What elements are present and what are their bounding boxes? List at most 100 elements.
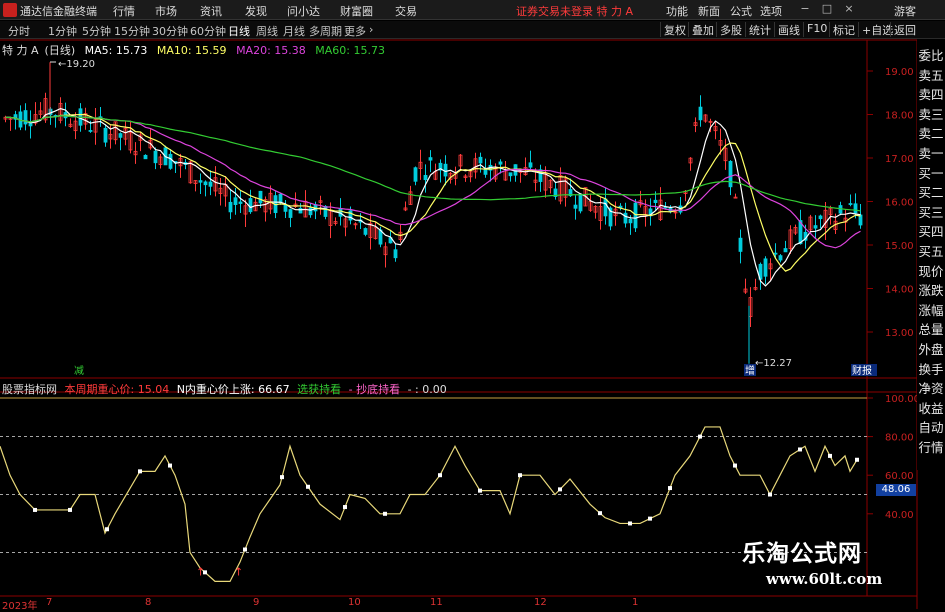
candle-body bbox=[773, 252, 778, 255]
sidebar-item[interactable]: 净资 bbox=[918, 381, 944, 397]
sidebar-item[interactable]: 行情 bbox=[918, 440, 944, 456]
sidebar-item[interactable]: 卖三 bbox=[918, 107, 944, 123]
indicator-point bbox=[138, 469, 142, 474]
candle-body bbox=[858, 214, 863, 226]
indicator-value-2: N内重心价上涨: 66.67 bbox=[176, 383, 290, 396]
date-axis: 2023年 7 8 9 10 11 12 1 bbox=[0, 597, 917, 612]
candle-body bbox=[118, 133, 123, 138]
candle-body bbox=[278, 193, 283, 204]
indicator-value-1: 本周期重心价: 15.04 bbox=[64, 383, 170, 396]
indicator-point bbox=[733, 463, 737, 468]
indicator-point bbox=[33, 507, 37, 512]
indicator-tick-label: 60.00 bbox=[885, 471, 914, 482]
indicator-point bbox=[798, 447, 802, 452]
candle-body bbox=[103, 127, 108, 143]
indicator-line bbox=[0, 426, 858, 582]
indicator-point bbox=[628, 521, 632, 526]
candle-body bbox=[198, 180, 203, 183]
sidebar-item[interactable]: 买一 bbox=[918, 166, 944, 182]
sidebar-item[interactable]: 总量 bbox=[918, 322, 944, 338]
sidebar-item[interactable]: 换手 bbox=[918, 362, 944, 378]
candle-body bbox=[848, 203, 853, 205]
date-tick: 12 bbox=[534, 597, 547, 608]
indicator-point bbox=[598, 511, 602, 516]
quote-sidebar: 委比卖五卖四卖三卖二卖一买一买二买三买四买五现价涨跌涨幅总量外盘换手净资收益自动… bbox=[917, 40, 945, 470]
candle-body bbox=[308, 207, 313, 216]
sidebar-item[interactable]: 买五 bbox=[918, 244, 944, 260]
date-tick: 10 bbox=[348, 597, 361, 608]
chart-canvas[interactable]: ←19.20 ←12.27 减 增 财报 100.00 80.00 60.00 40.00 ↑ ↑… bbox=[0, 0, 945, 609]
sidebar-item[interactable]: 卖五 bbox=[918, 68, 944, 84]
candle-body bbox=[578, 193, 583, 212]
right-tag: 财报 bbox=[852, 364, 872, 377]
sidebar-item[interactable]: 收益 bbox=[918, 401, 944, 417]
candle-body bbox=[818, 215, 823, 220]
indicator-point bbox=[306, 484, 310, 489]
indicator-point bbox=[828, 453, 832, 458]
candle-body bbox=[738, 237, 743, 252]
candle-body bbox=[203, 181, 208, 186]
indicator-point bbox=[668, 486, 672, 491]
sidebar-item[interactable]: 买四 bbox=[918, 224, 944, 240]
price-tick-label: 17.00 bbox=[885, 154, 914, 165]
indicator-point bbox=[105, 527, 109, 532]
price-tick-label: 14.00 bbox=[885, 285, 914, 296]
candle-body bbox=[238, 201, 243, 204]
watermark: 乐淘公式网 www.60lt.com bbox=[742, 534, 912, 588]
price-tick-label: 15.00 bbox=[885, 241, 914, 252]
date-tick: 8 bbox=[145, 597, 152, 608]
buy-signal-icon: ↑ bbox=[196, 566, 205, 579]
indicator-point bbox=[168, 463, 172, 468]
period-label: (日线) bbox=[44, 44, 76, 57]
indicator-current-value: 48.06 bbox=[876, 484, 916, 496]
watermark-title: 乐淘公式网 bbox=[742, 540, 862, 567]
indicator-point bbox=[343, 505, 347, 510]
candle-body bbox=[623, 212, 628, 224]
low-tag: 增 bbox=[745, 364, 755, 377]
indicator-point bbox=[243, 547, 247, 552]
indicator-value-4: - 抄底持看 bbox=[348, 383, 401, 396]
price-tick-label: 19.00 bbox=[885, 67, 914, 78]
candle-body bbox=[498, 161, 503, 165]
candle-body bbox=[508, 172, 513, 177]
candle-body bbox=[413, 167, 418, 182]
candle-body bbox=[443, 163, 448, 177]
left-tag: 减 bbox=[74, 365, 84, 377]
candle-body bbox=[628, 218, 633, 224]
buy-signal-icon: ↑ bbox=[234, 566, 243, 579]
candle-body bbox=[363, 228, 368, 235]
price-tick-label: 13.00 bbox=[885, 328, 914, 339]
sidebar-item[interactable]: 买三 bbox=[918, 205, 944, 221]
sidebar-item[interactable]: 涨跌 bbox=[918, 283, 944, 299]
candle-body bbox=[168, 153, 173, 169]
sidebar-item[interactable]: 涨幅 bbox=[918, 303, 944, 319]
date-tick: 9 bbox=[253, 597, 260, 608]
candle-body bbox=[208, 181, 213, 187]
date-tick: 2023年 bbox=[2, 601, 38, 612]
candle-body bbox=[233, 197, 238, 205]
sidebar-item[interactable]: 委比 bbox=[918, 48, 944, 64]
candle-body bbox=[143, 154, 148, 160]
candle-body bbox=[428, 157, 433, 161]
candle-body bbox=[653, 199, 658, 203]
sidebar-item[interactable]: 自动 bbox=[918, 420, 944, 436]
candle-body bbox=[603, 198, 608, 217]
candle-body bbox=[348, 210, 353, 221]
sidebar-item[interactable]: 买二 bbox=[918, 185, 944, 201]
sidebar-item[interactable]: 外盘 bbox=[918, 342, 944, 358]
candle-body bbox=[423, 174, 428, 181]
indicator-point bbox=[280, 475, 284, 480]
candle-body bbox=[323, 205, 328, 217]
sidebar-item[interactable]: 现价 bbox=[918, 264, 944, 280]
indicator-name[interactable]: 股票指标网 bbox=[2, 383, 57, 396]
date-tick: 11 bbox=[430, 597, 443, 608]
indicator-legend: 股票指标网 本周期重心价: 15.04 N内重心价上涨: 66.67 选获持看 … bbox=[2, 381, 451, 397]
indicator-point bbox=[698, 434, 702, 439]
candle-body bbox=[258, 190, 263, 204]
sidebar-item[interactable]: 卖四 bbox=[918, 87, 944, 103]
indicator-point bbox=[438, 473, 442, 478]
candle-body bbox=[283, 204, 288, 212]
sidebar-item[interactable]: 卖二 bbox=[918, 126, 944, 142]
sidebar-item[interactable]: 卖一 bbox=[918, 146, 944, 162]
indicator-point bbox=[855, 457, 859, 462]
